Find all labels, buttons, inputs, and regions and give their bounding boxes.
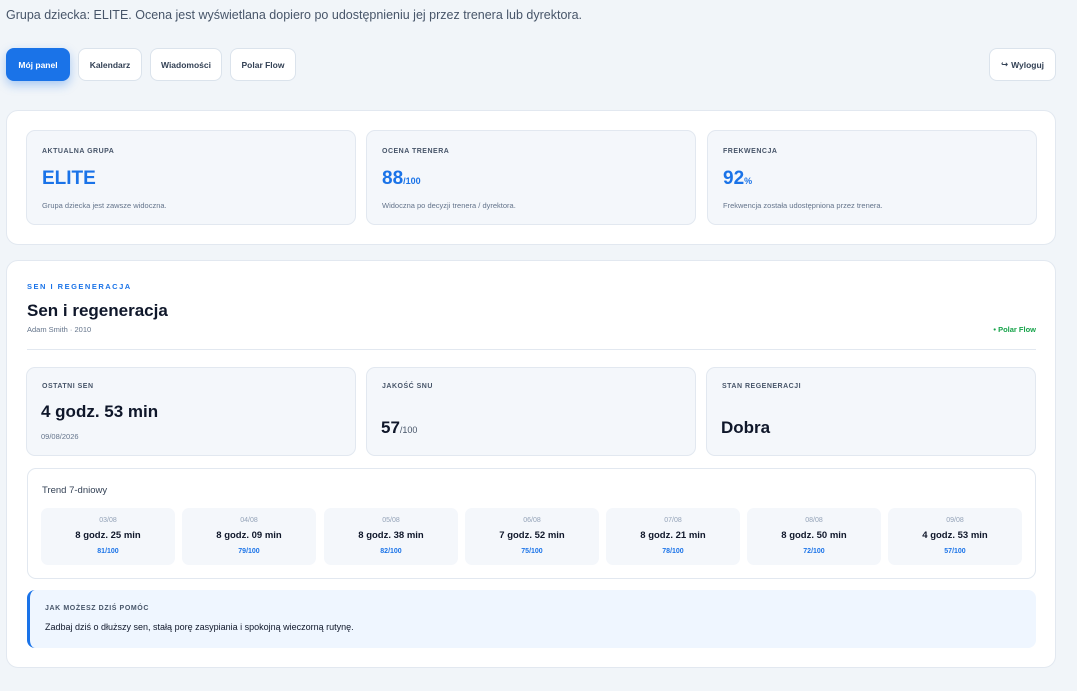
trend-section: Trend 7-dniowy 03/08 8 godz. 25 min 81/1… [27, 468, 1036, 579]
trend-day-duration: 4 godz. 53 min [922, 530, 988, 541]
trend-day-date: 05/08 [382, 517, 400, 524]
sleep-quality-card: JAKOŚĆ SNU 57/100 [366, 367, 696, 456]
nav-messages-button[interactable]: Wiadomości [150, 48, 222, 81]
trend-day-date: 08/08 [805, 517, 823, 524]
nav-calendar-button[interactable]: Kalendarz [78, 48, 142, 81]
trend-day-score: 79/100 [238, 548, 260, 555]
group-label: AKTUALNA GRUPA [42, 148, 115, 155]
rating-value-wrap: 88/100 [382, 168, 421, 190]
athlete-info: Adam Smith · 2010 [27, 325, 92, 334]
trend-day-duration: 8 godz. 38 min [358, 530, 424, 541]
attendance-note: Frekwencja została udostępniona przez tr… [723, 201, 883, 210]
help-tip-text: Zadbaj dziś o dłuższy sen, stałą porę za… [45, 622, 354, 632]
data-source-link[interactable]: • Polar Flow [993, 325, 1036, 334]
trend-day-duration: 8 godz. 09 min [216, 530, 282, 541]
trend-day-score: 78/100 [662, 548, 684, 555]
main-nav: Mój panel Kalendarz Wiadomości Polar Flo… [6, 48, 296, 81]
trend-day-duration: 8 godz. 25 min [75, 530, 141, 541]
summary-panel: AKTUALNA GRUPA ELITE Grupa dziecka jest … [6, 110, 1056, 245]
attendance-unit: % [744, 176, 753, 186]
sleep-eyebrow: SEN I REGENERACJA [27, 282, 132, 291]
rating-card: OCENA TRENERA 88/100 Widoczna po decyzji… [366, 130, 696, 225]
rating-value: 88 [382, 168, 404, 189]
trend-day-score: 72/100 [803, 548, 825, 555]
recovery-label: STAN REGENERACJI [722, 383, 802, 390]
attendance-label: FREKWENCJA [723, 148, 778, 155]
trend-title: Trend 7-dniowy [42, 485, 108, 496]
sleep-quality-value: 57 [381, 418, 400, 437]
trend-day: 06/08 7 godz. 52 min 75/100 [465, 508, 599, 565]
trend-day-duration: 7 godz. 52 min [499, 530, 565, 541]
sleep-quality-unit: /100 [399, 425, 418, 435]
trend-day-date: 09/08 [946, 517, 964, 524]
recovery-value: Dobra [721, 418, 771, 437]
logout-icon: ↪ [1000, 59, 1009, 69]
rating-note: Widoczna po decyzji trenera / dyrektora. [382, 201, 516, 210]
trend-day: 05/08 8 godz. 38 min 82/100 [324, 508, 458, 565]
trend-day-score: 81/100 [97, 548, 119, 555]
sleep-panel: SEN I REGENERACJA Sen i regeneracja Adam… [6, 260, 1056, 668]
group-card: AKTUALNA GRUPA ELITE Grupa dziecka jest … [26, 130, 356, 225]
trend-day: 07/08 8 godz. 21 min 78/100 [606, 508, 740, 565]
rating-unit: /100 [403, 176, 421, 186]
trend-day: 03/08 8 godz. 25 min 81/100 [41, 508, 175, 565]
trend-day-duration: 8 godz. 50 min [781, 530, 847, 541]
sleep-quality-label: JAKOŚĆ SNU [382, 383, 433, 390]
nav-my-panel-button[interactable]: Mój panel [6, 48, 70, 81]
attendance-value: 92 [723, 168, 745, 189]
recovery-card: STAN REGENERACJI Dobra [706, 367, 1036, 456]
group-info-text: Grupa dziecka: ELITE. Ocena jest wyświet… [6, 8, 583, 22]
attendance-card: FREKWENCJA 92% Frekwencja została udostę… [707, 130, 1037, 225]
trend-day-date: 04/08 [240, 517, 258, 524]
logout-button[interactable]: ↪ Wyloguj [989, 48, 1056, 81]
help-tip-label: JAK MOŻESZ DZIŚ POMÓC [45, 605, 149, 612]
nav-polar-flow-button[interactable]: Polar Flow [230, 48, 296, 81]
last-sleep-value: 4 godz. 53 min [41, 402, 159, 421]
sleep-quality-value-wrap: 57/100 [381, 418, 417, 438]
trend-day-duration: 8 godz. 21 min [640, 530, 706, 541]
trend-day-score: 75/100 [521, 548, 543, 555]
trend-day: 04/08 8 godz. 09 min 79/100 [182, 508, 316, 565]
rating-label: OCENA TRENERA [382, 148, 450, 155]
trend-day-date: 03/08 [99, 517, 117, 524]
group-value: ELITE [42, 168, 96, 189]
sleep-title: Sen i regeneracja [27, 301, 168, 320]
last-sleep-date: 09/08/2026 [41, 432, 79, 441]
trend-day: 08/08 8 godz. 50 min 72/100 [747, 508, 881, 565]
trend-day: 09/08 4 godz. 53 min 57/100 [888, 508, 1022, 565]
trend-day-date: 07/08 [664, 517, 682, 524]
trend-day-date: 06/08 [523, 517, 541, 524]
trend-day-score: 57/100 [944, 548, 966, 555]
group-note: Grupa dziecka jest zawsze widoczna. [42, 201, 167, 210]
help-tip: JAK MOŻESZ DZIŚ POMÓC Zadbaj dziś o dłuż… [27, 590, 1036, 648]
logout-label: Wyloguj [1011, 59, 1045, 70]
last-sleep-label: OSTATNI SEN [42, 383, 94, 390]
divider [27, 349, 1036, 350]
attendance-value-wrap: 92% [723, 168, 752, 190]
last-sleep-card: OSTATNI SEN 4 godz. 53 min 09/08/2026 [26, 367, 356, 456]
trend-day-score: 82/100 [380, 548, 402, 555]
